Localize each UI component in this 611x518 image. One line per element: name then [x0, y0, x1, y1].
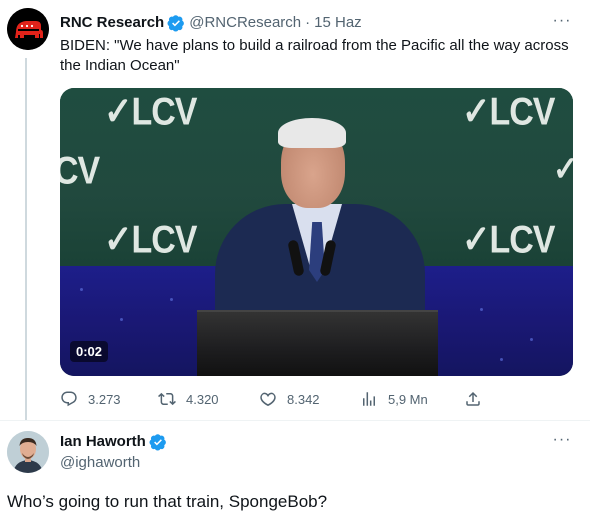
tweet-ian-haworth[interactable]: Ian Haworth @ighaworth ··· Who’s going t… — [0, 421, 590, 518]
author-handle[interactable]: @ighaworth — [60, 453, 140, 473]
heart-icon — [260, 392, 276, 407]
retweet-button[interactable]: 4.320 — [158, 390, 219, 408]
lcv-checkmark-partial: ✓ — [553, 149, 573, 189]
more-horizontal-icon: ··· — [552, 12, 572, 29]
separator-dot: · — [305, 14, 311, 31]
verified-badge-icon — [149, 434, 166, 451]
retweet-count: 4.320 — [186, 391, 219, 407]
podium — [197, 310, 438, 376]
author-handle[interactable]: @RNCResearch — [189, 13, 301, 33]
tweet-header: RNC Research @RNCResearch · 15 Haz — [60, 13, 362, 33]
lcv-banner-text: ✓LCV — [104, 218, 197, 262]
video-timestamp: 0:02 — [70, 341, 109, 362]
sparkle — [530, 338, 533, 341]
lcv-banner-text-partial: CV — [60, 149, 100, 193]
avatar-rnc-research[interactable] — [7, 8, 49, 50]
tweet-rnc-research[interactable]: RNC Research @RNCResearch · 15 Haz ··· B… — [0, 0, 590, 420]
sparkle — [120, 318, 123, 321]
thread-line — [25, 58, 27, 420]
like-button[interactable]: 8.342 — [259, 390, 320, 408]
sparkle — [500, 358, 503, 361]
verified-badge-icon — [167, 15, 185, 32]
tweet-text: Who’s going to run that train, SpongeBob… — [7, 492, 328, 511]
reply-count: 3.273 — [88, 391, 121, 407]
author-name[interactable]: RNC Research — [60, 13, 164, 33]
more-options-button[interactable]: ··· — [551, 13, 573, 34]
speaker-hair — [278, 118, 346, 148]
action-bar: 3.273 4.320 8.342 5,9 Mn — [60, 390, 580, 410]
retweet-icon — [158, 392, 176, 406]
video-player[interactable]: ✓LCV ✓LCV CV ✓LCV ✓LCV ✓ 0:02 — [60, 88, 573, 376]
author-name[interactable]: Ian Haworth — [60, 432, 146, 452]
share-button[interactable] — [464, 390, 492, 408]
elephant-logo-icon — [7, 8, 49, 50]
views-chart-icon — [363, 392, 375, 406]
share-icon — [466, 391, 480, 406]
tweet-header: Ian Haworth — [60, 432, 171, 452]
more-horizontal-icon: ··· — [552, 431, 572, 448]
sparkle — [480, 308, 483, 311]
reply-button[interactable]: 3.273 — [60, 390, 121, 408]
sparkle — [80, 288, 83, 291]
lcv-banner-text: ✓LCV — [462, 218, 555, 262]
tweet-date[interactable]: 15 Haz — [314, 13, 362, 33]
like-count: 8.342 — [287, 391, 320, 407]
avatar-ian-haworth[interactable] — [7, 431, 49, 473]
views-button[interactable]: 5,9 Mn — [360, 390, 428, 408]
lcv-banner-text: ✓LCV — [104, 90, 197, 134]
reply-icon — [61, 391, 77, 407]
views-count: 5,9 Mn — [388, 391, 428, 407]
tweet-text: BIDEN: "We have plans to build a railroa… — [60, 37, 569, 74]
sparkle — [170, 298, 173, 301]
profile-photo-icon — [7, 431, 49, 473]
lcv-banner-text: ✓LCV — [462, 90, 555, 134]
more-options-button[interactable]: ··· — [551, 432, 573, 453]
